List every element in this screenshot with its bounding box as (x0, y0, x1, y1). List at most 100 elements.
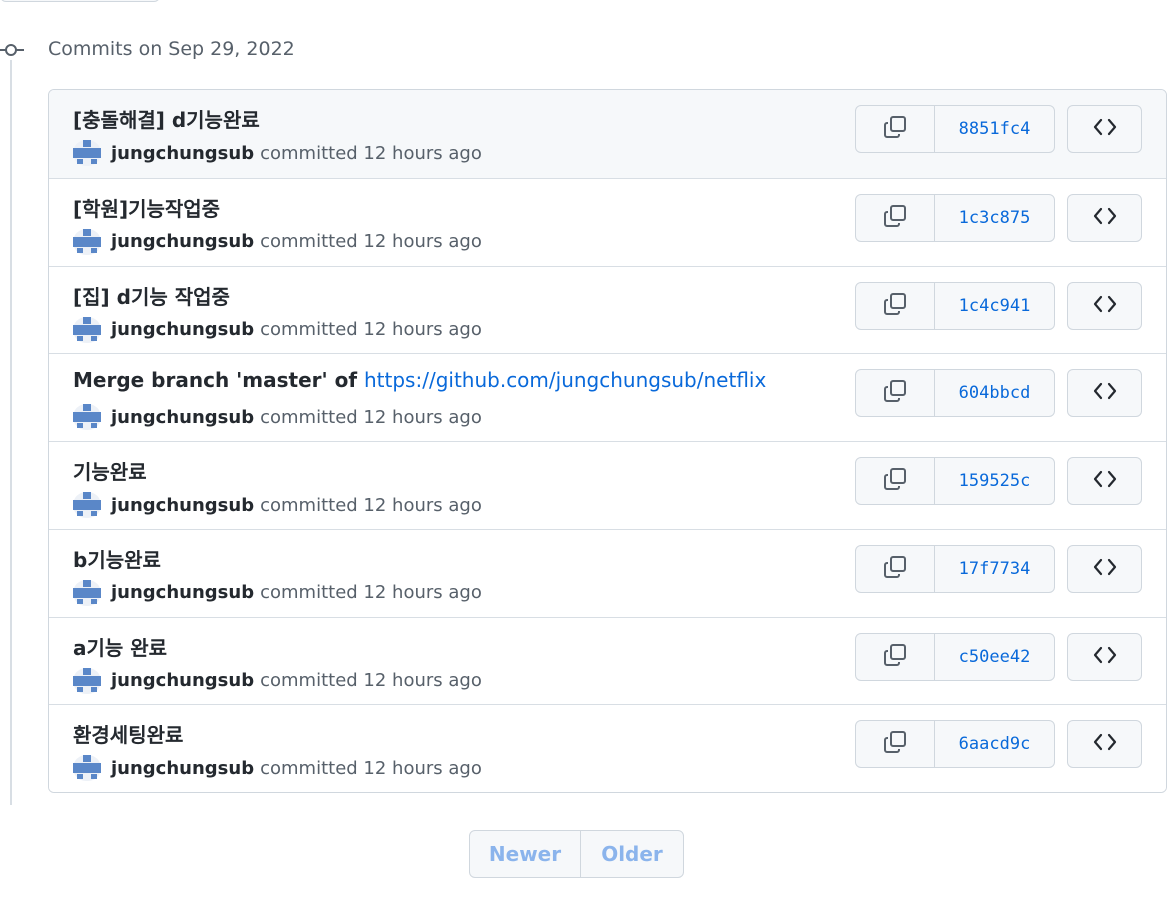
commit-title[interactable]: [충돌해결] d기능완료 (73, 104, 260, 133)
commit-title[interactable]: b기능완료 (73, 544, 161, 573)
copy-icon (882, 378, 908, 408)
commit-row: [집] d기능 작업중 jungchungsub committed 12 ho… (49, 265, 1166, 354)
commit-author[interactable]: jungchungsub (111, 231, 254, 252)
avatar[interactable] (73, 579, 101, 606)
avatar[interactable] (73, 755, 101, 782)
copy-sha-button[interactable] (856, 194, 935, 241)
code-icon (1092, 381, 1118, 405)
commit-time: committed 12 hours ago (260, 406, 482, 428)
copy-icon (882, 114, 908, 144)
commit-sha-link[interactable]: 8851fc4 (935, 106, 1054, 152)
top-button-edge (0, 0, 160, 2)
commit-author[interactable]: jungchungsub (111, 758, 254, 779)
commit-list: [충돌해결] d기능완료 jungchungsub committed 12 h… (48, 89, 1167, 793)
commit-author[interactable]: jungchungsub (111, 319, 254, 340)
copy-icon (882, 554, 908, 584)
avatar[interactable] (73, 667, 101, 694)
commit-meta: jungchungsub committed 12 hours ago (73, 316, 482, 343)
commit-meta: jungchungsub committed 12 hours ago (73, 404, 482, 431)
copy-sha-button[interactable] (856, 370, 935, 417)
avatar[interactable] (73, 316, 101, 343)
commit-meta: jungchungsub committed 12 hours ago (73, 579, 482, 606)
commit-title[interactable]: Merge branch 'master' of https://github.… (73, 368, 766, 392)
avatar[interactable] (73, 140, 101, 166)
browse-repo-button[interactable] (1067, 281, 1142, 330)
code-icon (1092, 557, 1118, 581)
commit-sha-group: 604bbcd (855, 369, 1055, 418)
commit-sha-link[interactable]: 1c3c875 (935, 195, 1054, 241)
copy-sha-button[interactable] (856, 545, 935, 592)
commit-title[interactable]: a기능 완료 (73, 632, 167, 661)
commit-sha-group: 17f7734 (855, 544, 1055, 593)
commit-title[interactable]: [학원]기능작업중 (73, 193, 220, 222)
newer-button[interactable]: Newer (470, 831, 581, 877)
commit-title[interactable]: 기능완료 (73, 456, 147, 485)
browse-repo-button[interactable] (1067, 193, 1142, 242)
commit-date-heading: Commits on Sep 29, 2022 (48, 38, 295, 60)
commit-time: committed 12 hours ago (260, 142, 482, 164)
copy-icon (882, 729, 908, 759)
browse-repo-button[interactable] (1067, 720, 1142, 769)
browse-repo-button[interactable] (1067, 105, 1142, 153)
commit-time: committed 12 hours ago (260, 670, 482, 691)
copy-icon (882, 466, 908, 496)
commit-title[interactable]: 환경세팅완료 (73, 719, 183, 748)
avatar[interactable] (73, 492, 101, 518)
code-icon (1092, 206, 1118, 230)
copy-sha-button[interactable] (856, 458, 935, 504)
copy-icon (882, 203, 908, 233)
commit-sha-group: 1c3c875 (855, 193, 1055, 242)
copy-sha-button[interactable] (856, 282, 935, 329)
commit-sha-link[interactable]: 1c4c941 (935, 283, 1054, 329)
commit-title-link[interactable]: https://github.com/jungchungsub/netflix (364, 368, 766, 392)
commit-row: [충돌해결] d기능완료 jungchungsub committed 12 h… (49, 90, 1166, 178)
commit-row: 기능완료 jungchungsub committed 12 hours ago… (49, 441, 1166, 529)
browse-repo-button[interactable] (1067, 457, 1142, 505)
avatar[interactable] (73, 228, 101, 255)
commit-sha-link[interactable]: 604bbcd (935, 370, 1054, 416)
commit-row: 환경세팅완료 jungchungsub committed 12 hours a… (49, 704, 1166, 792)
copy-sha-button[interactable] (856, 721, 935, 768)
code-icon (1092, 732, 1118, 756)
copy-sha-button[interactable] (856, 106, 935, 152)
commit-row: a기능 완료 jungchungsub committed 12 hours a… (49, 616, 1166, 705)
browse-repo-button[interactable] (1067, 632, 1142, 681)
commit-title[interactable]: [집] d기능 작업중 (73, 281, 230, 310)
older-button[interactable]: Older (581, 831, 683, 877)
commit-sha-link[interactable]: 17f7734 (935, 546, 1054, 592)
commit-sha-group: 6aacd9c (855, 720, 1055, 769)
commit-sha-group: c50ee42 (855, 632, 1055, 681)
code-icon (1092, 469, 1118, 493)
commit-time: committed 12 hours ago (260, 494, 482, 516)
git-commit-icon (0, 41, 24, 59)
commit-author[interactable]: jungchungsub (111, 495, 254, 516)
commit-sha-group: 159525c (855, 457, 1055, 505)
commit-time: committed 12 hours ago (260, 231, 482, 253)
avatar[interactable] (73, 404, 101, 431)
commit-row: Merge branch 'master' of https://github.… (49, 353, 1166, 441)
timeline-line (10, 60, 12, 805)
code-icon (1092, 645, 1118, 669)
commit-meta: jungchungsub committed 12 hours ago (73, 140, 482, 166)
code-icon (1092, 117, 1118, 141)
commit-meta: jungchungsub committed 12 hours ago (73, 492, 482, 518)
commit-meta: jungchungsub committed 12 hours ago (73, 667, 482, 694)
copy-icon (882, 642, 908, 672)
commit-sha-link[interactable]: c50ee42 (935, 634, 1054, 680)
commit-sha-link[interactable]: 6aacd9c (935, 721, 1054, 767)
commit-meta: jungchungsub committed 12 hours ago (73, 228, 482, 255)
commit-author[interactable]: jungchungsub (111, 670, 254, 691)
commit-time: committed 12 hours ago (260, 757, 482, 779)
commit-row: [학원]기능작업중 jungchungsub committed 12 hour… (49, 177, 1166, 266)
browse-repo-button[interactable] (1067, 369, 1142, 418)
commit-author[interactable]: jungchungsub (111, 582, 254, 603)
commit-author[interactable]: jungchungsub (111, 143, 254, 164)
commit-time: committed 12 hours ago (260, 582, 482, 604)
commit-sha-link[interactable]: 159525c (935, 458, 1054, 504)
pagination: Newer Older (469, 830, 684, 878)
commit-author[interactable]: jungchungsub (111, 407, 254, 428)
commit-sha-group: 1c4c941 (855, 281, 1055, 330)
copy-sha-button[interactable] (856, 633, 935, 680)
browse-repo-button[interactable] (1067, 544, 1142, 593)
copy-icon (882, 291, 908, 321)
